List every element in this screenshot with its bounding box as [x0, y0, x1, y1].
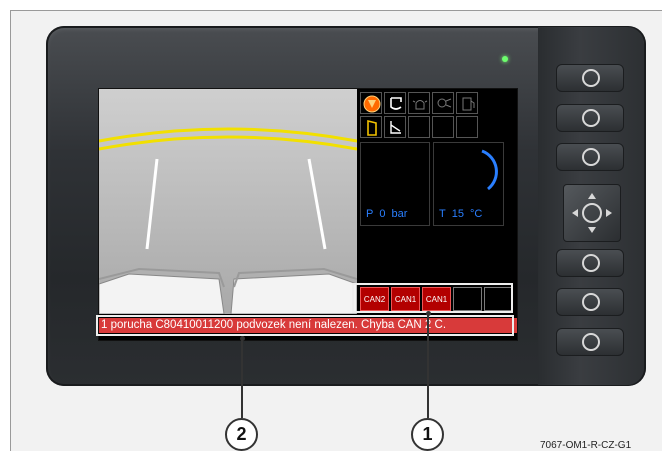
- circle-icon: [582, 148, 600, 166]
- navigation-button[interactable]: [563, 184, 621, 242]
- empty-slot: [456, 116, 478, 138]
- door-icon: [360, 116, 382, 138]
- function-button-1[interactable]: [556, 64, 624, 92]
- temperature-label: T: [439, 208, 446, 220]
- figure-code: 7067-OM1-R-CZ-G1: [540, 440, 632, 451]
- temperature-arc-icon: [481, 149, 498, 191]
- circle-icon: [582, 293, 600, 311]
- circle-icon: [582, 254, 600, 272]
- function-button-3[interactable]: [556, 143, 624, 171]
- circle-icon: [582, 109, 600, 127]
- power-led: [502, 56, 508, 62]
- temperature-gauge: T 15 °C: [433, 142, 504, 226]
- work-light-icon: [432, 92, 454, 114]
- circle-icon: [582, 69, 600, 87]
- navigation-arrows-icon: [572, 193, 612, 233]
- pressure-unit: bar: [391, 208, 408, 220]
- circle-icon: [582, 333, 600, 351]
- seat-tilt-icon: [384, 116, 406, 138]
- beacon-light-icon: [408, 92, 430, 114]
- callout-2: 2: [225, 418, 258, 451]
- callout-line: [241, 338, 243, 418]
- function-button-4[interactable]: [556, 249, 624, 277]
- warning-triangle-icon: [360, 92, 382, 114]
- pressure-gauge: P 0 bar: [360, 142, 430, 226]
- callout-line: [427, 313, 429, 418]
- function-button-2[interactable]: [556, 104, 624, 132]
- function-button-5[interactable]: [556, 288, 624, 316]
- status-panel: P 0 bar T 15 °C CAN2 CAN1 CAN1: [357, 89, 517, 314]
- callout-1: 1: [411, 418, 444, 451]
- pressure-label: P: [366, 208, 374, 220]
- temperature-unit: °C: [469, 208, 483, 220]
- function-button-6[interactable]: [556, 328, 624, 356]
- seat-icon: [384, 92, 406, 114]
- can-highlight-frame: [352, 283, 513, 313]
- empty-slot: [432, 116, 454, 138]
- fuel-icon: [456, 92, 478, 114]
- empty-slot: [408, 116, 430, 138]
- status-highlight-frame: [96, 315, 514, 336]
- rear-camera-view: [99, 89, 357, 314]
- temperature-value: 15: [451, 208, 464, 220]
- pressure-value: 0: [379, 208, 386, 220]
